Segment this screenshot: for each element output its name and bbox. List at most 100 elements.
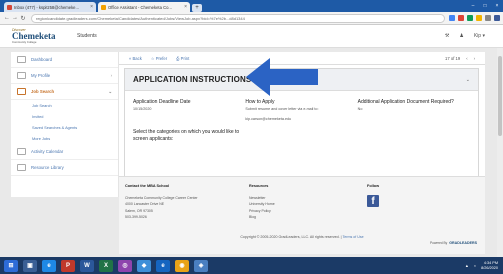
taskbar-app-icon[interactable]: ◉ xyxy=(175,259,189,272)
close-window-icon[interactable]: × xyxy=(491,3,503,9)
sidebar-item-label: Resource Library xyxy=(31,165,64,170)
dashboard-icon xyxy=(17,56,26,63)
close-icon[interactable]: × xyxy=(184,4,187,10)
extension-icon[interactable] xyxy=(476,15,482,21)
clock[interactable]: 4:34 PM 8/26/2020 xyxy=(481,261,498,270)
user-name: Kip xyxy=(473,33,482,39)
resource-link[interactable]: Blog xyxy=(249,214,367,220)
extension-icon[interactable] xyxy=(458,15,464,21)
additional-document-column: Additional Application Document Required… xyxy=(358,99,470,122)
gradleaders-logo: GRADLEADERS xyxy=(449,241,477,245)
browser-tab-bar: Inbox (477) - kspitz58@chemeke... × Offi… xyxy=(0,0,503,12)
sidebar-item-dashboard[interactable]: Dashboard xyxy=(11,52,118,68)
footer-follow: Follow f xyxy=(367,183,437,220)
person-icon[interactable]: ♟ xyxy=(459,33,463,39)
sidebar-item-label: Activity Calendar xyxy=(31,149,64,154)
minimize-icon[interactable]: – xyxy=(467,3,479,9)
sidebar-item-label: My Profile xyxy=(31,73,51,78)
start-button[interactable]: ⊞ xyxy=(4,259,18,272)
tab-gmail[interactable]: Inbox (477) - kspitz58@chemeke... × xyxy=(4,2,96,12)
print-link[interactable]: ⎙ Print xyxy=(176,56,189,61)
briefcase-icon xyxy=(17,88,26,95)
tools-icon[interactable]: ⚒ xyxy=(445,33,449,39)
extension-icon[interactable] xyxy=(485,15,491,21)
sidebar-item-resource-library[interactable]: Resource Library xyxy=(11,160,118,176)
page-scrollbar[interactable] xyxy=(497,48,503,257)
header-user-area: ⚒ ♟ Kip ▾ xyxy=(445,33,503,39)
sidebar-item-activity-calendar[interactable]: Activity Calendar xyxy=(11,144,118,160)
app-header: Discover Chemeketa Community College Stu… xyxy=(0,25,503,48)
chevron-down-icon: ⌄ xyxy=(108,88,112,94)
volume-icon[interactable]: ◖ xyxy=(474,264,476,268)
how-to-apply-column: How to Apply Submit resume and cover let… xyxy=(245,99,357,122)
close-icon[interactable]: × xyxy=(90,4,93,10)
maximize-icon[interactable]: □ xyxy=(479,3,491,9)
pager: 17 of 19 ‹ › xyxy=(445,56,475,61)
footer-columns: Contact the MBA School Chemeketa Communi… xyxy=(119,177,485,220)
deadline-column: Application Deadline Date 10/15/2020 xyxy=(133,99,245,122)
deadline-heading: Application Deadline Date xyxy=(133,99,191,105)
taskbar-app-icon[interactable]: ◈ xyxy=(194,259,208,272)
network-icon[interactable]: ▲ xyxy=(465,264,469,268)
user-menu[interactable]: Kip ▾ xyxy=(474,33,485,39)
app-name: Students xyxy=(77,33,97,39)
taskbar-app-icon[interactable]: ▣ xyxy=(23,259,37,272)
sidebar-subitem-job-search[interactable]: Job Search xyxy=(11,100,118,111)
previous-icon[interactable]: ‹ xyxy=(466,56,467,61)
prefer-link[interactable]: ☆ Prefer xyxy=(151,56,167,61)
sidebar-item-label: Job Search xyxy=(31,89,55,94)
back-arrow-icon[interactable]: ← xyxy=(3,15,11,21)
apply-email-link[interactable]: kip.carson@chemeketa.edu xyxy=(245,117,357,121)
taskbar-app-icon[interactable]: W xyxy=(80,259,94,272)
address-bar: ← → ↻ regionlcandidate.gradleaders.com/C… xyxy=(0,12,503,25)
additional-document-heading: Additional Application Document Required… xyxy=(357,99,454,105)
pager-count: 17 of 19 xyxy=(445,55,461,61)
calendar-icon xyxy=(17,148,26,155)
sidebar-subitem-more-jobs[interactable]: More Jobs xyxy=(11,133,118,144)
screening-categories-label: Select the categories on which you would… xyxy=(133,129,240,142)
taskbar-app-icon[interactable]: ◆ xyxy=(137,259,151,272)
scrollbar-thumb[interactable] xyxy=(498,56,502,136)
how-to-apply-value: Submit resume and cover letter via e-mai… xyxy=(245,107,319,111)
chemeketa-logo[interactable]: Discover Chemeketa Community College xyxy=(12,27,67,45)
extension-icon[interactable] xyxy=(467,15,473,21)
contact-line: 503-399-5026 xyxy=(125,214,147,219)
tab-office-assistant[interactable]: Office Assistant - Chemeketa Co... × xyxy=(98,2,190,12)
powered-by[interactable]: Powered By GRADLEADERS xyxy=(430,241,477,245)
taskbar-app-icon[interactable]: X xyxy=(99,259,113,272)
back-link[interactable]: « Back xyxy=(129,56,142,61)
footer-resources: Resources Newsletter University Home Pri… xyxy=(249,183,367,220)
logo-brand: Chemeketa xyxy=(12,31,56,41)
annotation-arrow xyxy=(246,58,318,96)
window-controls: – □ × xyxy=(467,0,503,12)
follow-heading: Follow xyxy=(367,184,380,188)
reload-icon[interactable]: ↻ xyxy=(19,15,27,22)
profile-icon xyxy=(17,72,26,79)
sidebar-subitem-saved-searches[interactable]: Saved Searches & Agents xyxy=(11,122,118,133)
taskbar-app-icon[interactable]: e xyxy=(42,259,56,272)
gmail-icon xyxy=(7,4,12,10)
tab-label: Inbox (477) - kspitz58@chemeke... xyxy=(14,4,79,10)
taskbar-app-icon[interactable]: P xyxy=(61,259,75,272)
extension-icon[interactable] xyxy=(494,15,500,21)
page-footer: Contact the MBA School Chemeketa Communi… xyxy=(119,176,485,254)
terms-link[interactable]: Terms of Use xyxy=(343,235,364,239)
extension-icons xyxy=(449,15,500,21)
taskbar-app-icon[interactable]: e xyxy=(156,259,170,272)
sidebar-item-job-search[interactable]: Job Search ⌄ xyxy=(11,84,118,100)
sidebar-item-my-profile[interactable]: My Profile › xyxy=(11,68,118,84)
new-tab-button[interactable]: + xyxy=(192,4,202,12)
tab-label: Office Assistant - Chemeketa Co... xyxy=(108,4,172,10)
chevron-down-icon[interactable]: ⌄ xyxy=(466,77,470,83)
sidebar-subitem-invited[interactable]: Invited xyxy=(11,111,118,122)
extension-icon[interactable] xyxy=(449,15,455,21)
facebook-icon[interactable]: f xyxy=(367,195,379,208)
next-icon[interactable]: › xyxy=(474,56,475,61)
how-to-apply-heading: How to Apply xyxy=(245,99,275,105)
url-field[interactable]: regionlcandidate.gradleaders.com/Chemeke… xyxy=(31,13,445,23)
windows-taskbar: ⊞ ▣ e P W X ◎ ◆ e ◉ ◈ ▲ ◖ 4:34 PM 8/26/2… xyxy=(0,257,503,274)
forward-arrow-icon[interactable]: → xyxy=(11,15,19,21)
copyright-text: Copyright © 2005-2020 GradLeaders, LLC. … xyxy=(240,235,342,239)
office-icon xyxy=(101,4,106,10)
taskbar-app-icon[interactable]: ◎ xyxy=(118,259,132,272)
